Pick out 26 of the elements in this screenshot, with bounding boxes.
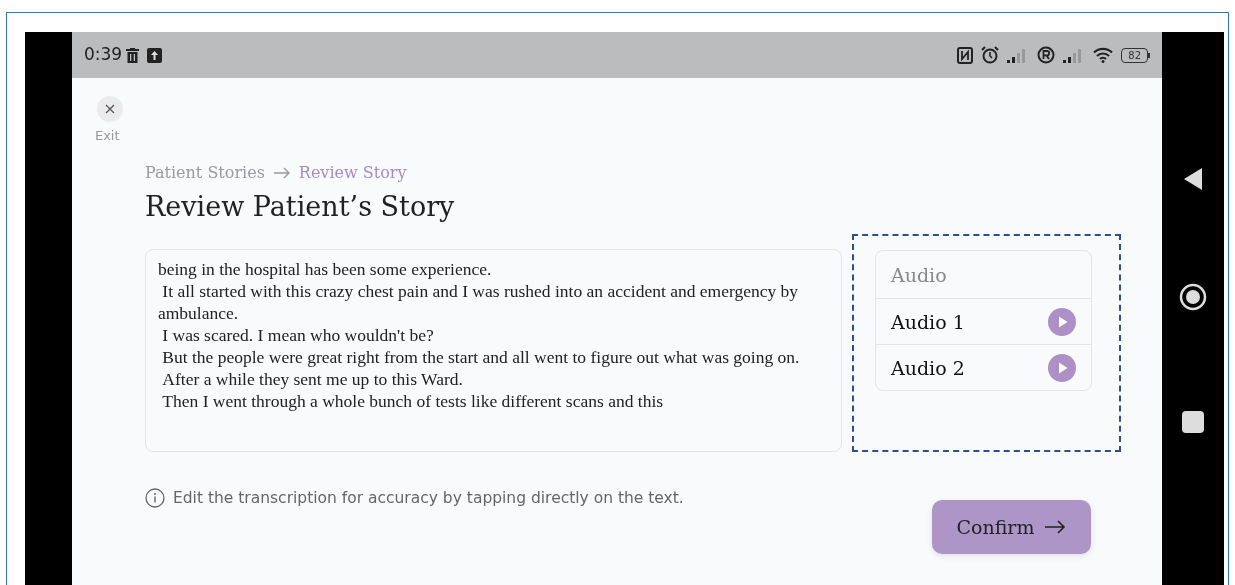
hint-text: Edit the transcription for accuracy by tapping directly on the text.: [172, 487, 684, 509]
exit-label: Exit: [94, 127, 120, 145]
confirm-button[interactable]: Confirm: [931, 500, 1091, 555]
transcript-field[interactable]: being in the hospital has been some experience. It all started with this crazy chest pain and I was rushed into an accident and emergency by ambulance. I was scared. I mean who wouldn't be? But the people were great right from the start and all went to figure out what was going on. After a while they sent me up to this Ward. Then I went through a whole bunch of tests like different scans and this: [144, 249, 842, 453]
play-icon[interactable]: [1047, 307, 1076, 336]
roaming-icon: [1037, 46, 1056, 64]
battery-indicator: 82: [1121, 47, 1151, 63]
play-icon[interactable]: [1047, 353, 1076, 382]
audio-label: Audio 1: [890, 309, 965, 335]
audio-label: Audio 2: [890, 355, 965, 381]
arrow-right-icon: [1044, 520, 1067, 535]
recents-icon[interactable]: [1182, 411, 1204, 433]
page-title: Review Patient’s Story: [144, 191, 456, 224]
info-icon: [144, 488, 165, 509]
alarm-icon: [981, 46, 1000, 64]
audio-header: Audio: [890, 262, 947, 288]
home-icon[interactable]: [1179, 283, 1207, 311]
trash-icon: [126, 47, 140, 63]
nfc-icon: [957, 46, 974, 64]
wifi-icon: [1093, 47, 1114, 63]
close-button[interactable]: [96, 96, 123, 122]
upload-icon: [147, 47, 163, 63]
close-icon: [104, 104, 115, 114]
status-time: 0:39: [83, 43, 123, 67]
back-icon[interactable]: [1183, 167, 1203, 191]
arrow-right-icon: [272, 167, 291, 179]
